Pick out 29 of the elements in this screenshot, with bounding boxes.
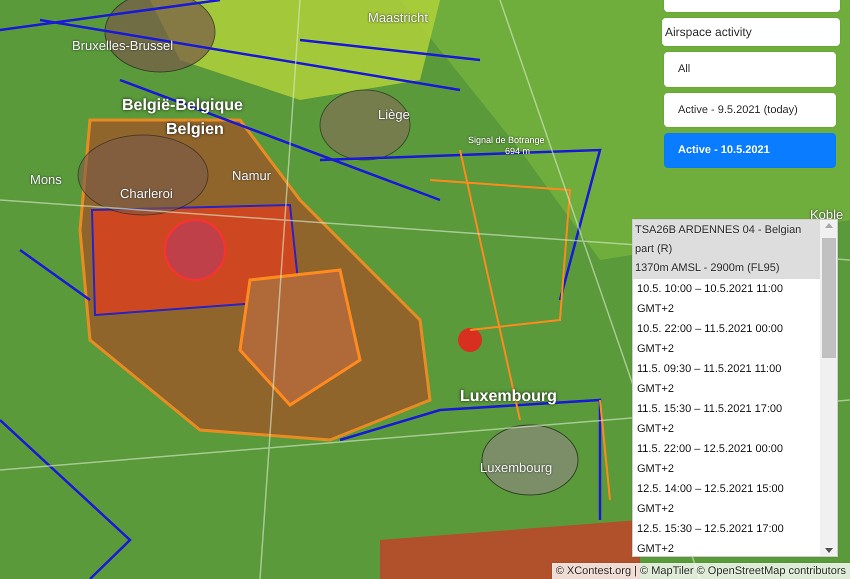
map-label: Signal de Botrange bbox=[468, 134, 545, 147]
map-label: Bruxelles-Brussel bbox=[72, 37, 174, 55]
map-label: Namur bbox=[232, 167, 272, 185]
activity-option[interactable]: Active - 9.5.2021 (today) bbox=[664, 92, 836, 127]
airspace-header[interactable]: TSA26B ARDENNES 04 - Belgian part (R) 1370m AMSL - 2900m (FL95) bbox=[633, 220, 820, 279]
map-label: Luxembourg bbox=[480, 459, 552, 477]
airspace-limits: 1370m AMSL - 2900m (FL95) bbox=[635, 261, 780, 276]
activity-option[interactable]: All bbox=[664, 52, 836, 86]
map-label: Mons bbox=[30, 171, 62, 189]
panel-button[interactable] bbox=[664, 0, 840, 12]
activity-period: 12.5. 14:00 – 12.5.2021 15:00 GMT+2 bbox=[636, 482, 785, 516]
scroll-up-icon[interactable] bbox=[824, 223, 832, 228]
map-label: Belgien bbox=[166, 120, 224, 140]
scroll-down-icon[interactable] bbox=[824, 548, 832, 553]
map-label: Maastricht bbox=[368, 9, 428, 27]
activity-period: 12.5. 15:30 – 12.5.2021 17:00 GMT+2 bbox=[636, 522, 785, 556]
scrollbar[interactable] bbox=[820, 220, 837, 556]
map-label: Charleroi bbox=[120, 185, 173, 203]
activity-period: 11.5. 09:30 – 11.5.2021 11:00 GMT+2 bbox=[636, 362, 782, 396]
activity-period: 11.5. 22:00 – 12.5.2021 00:00 GMT+2 bbox=[636, 442, 784, 476]
activity-period: 10.5. 22:00 – 11.5.2021 00:00 GMT+2 bbox=[636, 322, 784, 356]
activity-option[interactable]: Active - 10.5.2021 bbox=[664, 133, 836, 168]
airspace-name: TSA26B ARDENNES 04 - Belgian part (R) bbox=[635, 223, 802, 257]
activity-period: 10.5. 10:00 – 10.5.2021 11:00 GMT+2 bbox=[636, 282, 784, 316]
map-label: Liège bbox=[378, 106, 410, 124]
scroll-thumb[interactable] bbox=[822, 238, 836, 358]
attribution: © XContest.org | © MapTiler © OpenStreetMap contributors bbox=[552, 562, 850, 579]
activity-period: 11.5. 15:30 – 11.5.2021 17:00 GMT+2 bbox=[636, 402, 784, 436]
menu-title: Airspace activity bbox=[662, 18, 840, 46]
